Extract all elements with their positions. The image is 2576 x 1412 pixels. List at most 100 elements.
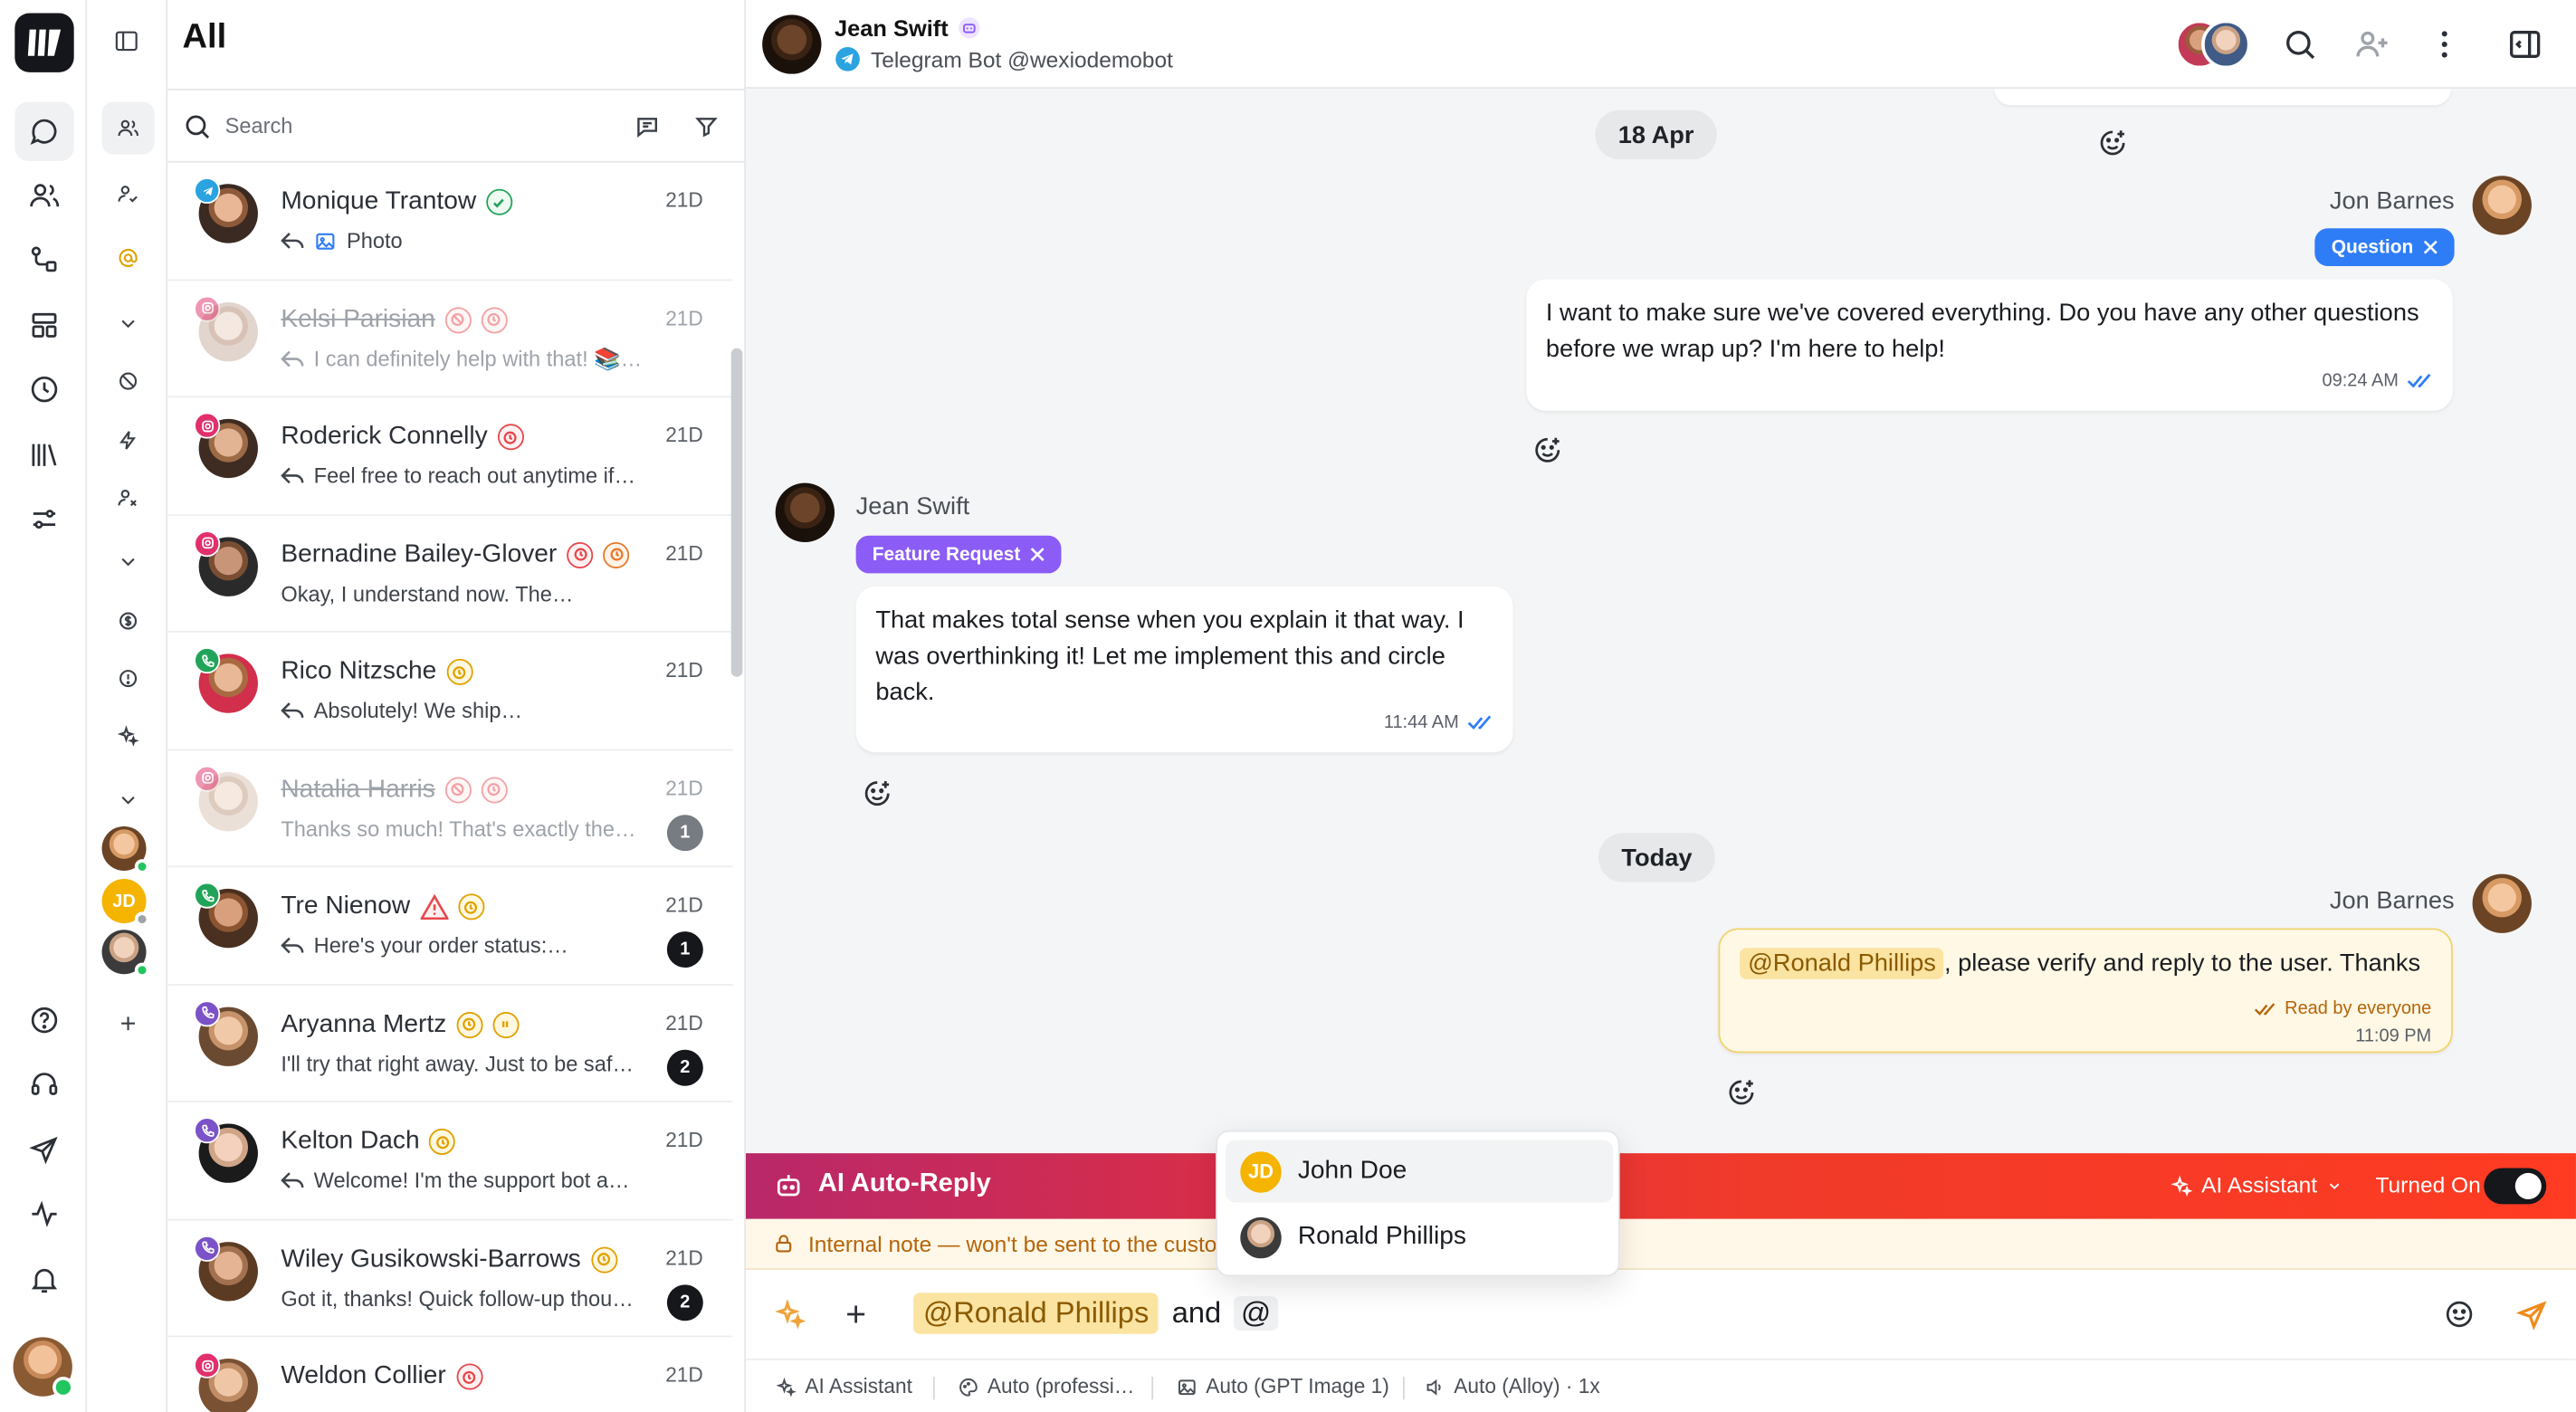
contact-avatar[interactable]: [762, 14, 822, 74]
contacts-nav-icon[interactable]: [14, 166, 73, 224]
conversation-name: Wiley Gusikowski-Barrows: [281, 1244, 581, 1273]
conversation-time: 21D: [665, 1011, 703, 1035]
toolbar-image-model[interactable]: Auto (GPT Image 1): [1177, 1375, 1389, 1398]
status-waiting-icon: [590, 1245, 617, 1273]
photo-icon: [316, 232, 335, 249]
team-member-avatar[interactable]: [101, 930, 150, 978]
status-pending-icon: [603, 541, 630, 568]
mention-option[interactable]: JD John Doe: [1225, 1140, 1614, 1203]
conversation-item[interactable]: Monique Trantow Photo 21D: [167, 163, 733, 281]
chats-nav-icon[interactable]: [14, 101, 74, 161]
toolbar-style[interactable]: Auto (professi…: [958, 1375, 1134, 1398]
chevron-down-icon[interactable]: [102, 536, 155, 588]
more-options-icon[interactable]: [2427, 26, 2463, 62]
send-icon[interactable]: [2515, 1298, 2550, 1332]
ai-assistant-dropdown[interactable]: AI Assistant: [2171, 1173, 2342, 1197]
filter-assigned-icon[interactable]: [102, 167, 155, 220]
conversation-item[interactable]: Kelton Dach Welcome! I'm the support bot …: [167, 1102, 733, 1220]
add-reaction-icon[interactable]: [861, 777, 893, 809]
filter-ai-sparkles-icon[interactable]: [102, 710, 155, 762]
history-nav-icon[interactable]: [14, 359, 73, 418]
sparkles-icon: [2171, 1174, 2193, 1197]
message-filter-icon[interactable]: [634, 113, 661, 139]
chevron-down-icon[interactable]: [102, 774, 155, 826]
conversation-item[interactable]: Kelsi Parisian I can definitely help with…: [167, 280, 733, 398]
phone-channel-icon: [194, 882, 221, 909]
conversation-item[interactable]: Bernadine Bailey-Glover Okay, I understan…: [167, 515, 733, 633]
conversation-item[interactable]: Tre Nienow Here's your order status:… 21D 1: [167, 867, 733, 986]
settings-sliders-nav-icon[interactable]: [14, 490, 73, 549]
emoji-icon[interactable]: [2443, 1298, 2476, 1331]
close-icon[interactable]: [2423, 240, 2438, 254]
filter-issue-icon[interactable]: [102, 653, 155, 705]
activity-nav-icon[interactable]: [14, 1185, 73, 1244]
conversation-item[interactable]: Aryanna Mertz I'll try that right away. J…: [167, 985, 733, 1102]
filter-billing-icon[interactable]: [102, 595, 155, 647]
search-icon[interactable]: [2282, 26, 2318, 62]
ai-sparkles-icon[interactable]: [774, 1298, 806, 1331]
conversation-item[interactable]: Wiley Gusikowski-Barrows Got it, thanks! …: [167, 1220, 733, 1338]
conversation-item[interactable]: Weldon Collier 21D: [167, 1337, 732, 1412]
add-icon[interactable]: [102, 997, 155, 1050]
conversation-item[interactable]: Rico Nitzsche Absolutely! We ship… 21D: [167, 633, 733, 750]
list-scrollbar[interactable]: [730, 348, 743, 677]
team-member-avatar-jd[interactable]: JD: [101, 879, 150, 927]
conversation-item[interactable]: Natalia Harris Thanks so much! That's exa…: [167, 750, 733, 868]
add-participant-icon[interactable]: [2354, 26, 2390, 62]
toolbar-ai-assistant[interactable]: AI Assistant: [776, 1375, 912, 1398]
message-sender: Jon Barnes: [2329, 186, 2455, 215]
conversation-name: Roderick Connelly: [281, 422, 488, 451]
workflows-nav-icon[interactable]: [14, 230, 73, 289]
toolbar-voice-label: Auto (Alloy) · 1x: [1454, 1375, 1600, 1398]
instagram-channel-icon: [194, 294, 221, 321]
filter-blocked-icon[interactable]: [102, 355, 155, 407]
conversation-preview: Welcome! I'm the support bot a…: [313, 1168, 630, 1193]
close-icon[interactable]: [1030, 547, 1045, 562]
library-nav-icon[interactable]: [14, 425, 73, 484]
sender-avatar[interactable]: [2472, 873, 2532, 933]
add-reaction-icon[interactable]: [1725, 1076, 1758, 1109]
help-icon[interactable]: [14, 990, 73, 1049]
filter-funnel-icon[interactable]: [693, 113, 720, 139]
mention-option[interactable]: Ronald Phillips: [1226, 1206, 1613, 1268]
message-time: 09:24 AM: [2322, 371, 2399, 391]
filter-mentions-icon[interactable]: [102, 232, 155, 284]
side-panel-toggle-icon[interactable]: [2507, 26, 2543, 62]
support-headset-icon[interactable]: [14, 1054, 73, 1113]
chevron-down-icon[interactable]: [102, 298, 155, 350]
sender-avatar[interactable]: [775, 482, 835, 542]
mention-chip[interactable]: @Ronald Phillips: [1740, 948, 1944, 979]
conversation-time: 21D: [665, 893, 703, 917]
auto-reply-toggle[interactable]: [2484, 1168, 2547, 1205]
filter-all-icon[interactable]: [101, 101, 155, 155]
conversation-item[interactable]: Roderick Connelly Feel free to reach out …: [167, 397, 733, 516]
conversation-time: 21D: [665, 1245, 703, 1270]
add-reaction-icon[interactable]: [1531, 434, 1564, 466]
add-reaction-icon[interactable]: [2096, 127, 2129, 159]
message-time: 11:09 PM: [2355, 1026, 2432, 1047]
search-input[interactable]: [224, 113, 604, 138]
dashboard-nav-icon[interactable]: [14, 296, 73, 355]
draft-mention-chip[interactable]: @Ronald Phillips: [913, 1293, 1159, 1334]
team-member-avatar[interactable]: [101, 825, 150, 874]
robot-icon: [777, 1175, 800, 1197]
toolbar-voice[interactable]: Auto (Alloy) · 1x: [1425, 1375, 1600, 1398]
filter-automation-icon[interactable]: [102, 414, 155, 466]
participants-avatars[interactable]: [2175, 19, 2254, 70]
attach-plus-icon[interactable]: [841, 1300, 871, 1330]
conversation-preview-row: Photo: [281, 228, 403, 253]
composer-input[interactable]: @Ronald Phillips and @: [913, 1293, 1278, 1334]
sender-avatar[interactable]: [2472, 176, 2532, 235]
sidebar-toggle-icon[interactable]: [113, 28, 139, 54]
tag-question[interactable]: Question: [2314, 228, 2455, 267]
search-icon: [186, 114, 210, 138]
tag-feature-request[interactable]: Feature Request: [855, 535, 1062, 574]
conversation-name-row: Bernadine Bailey-Glover: [281, 539, 630, 569]
send-nav-icon[interactable]: [14, 1121, 73, 1179]
conversation-preview-row: Absolutely! We ship…: [281, 698, 522, 723]
filter-unassigned-icon[interactable]: [102, 472, 155, 524]
current-user-avatar[interactable]: [13, 1337, 74, 1398]
app-logo[interactable]: [14, 13, 74, 72]
conversation-scroll[interactable]: Monique Trantow Photo 21D Kelsi Parisian I c…: [167, 163, 746, 1412]
notifications-bell-icon[interactable]: [14, 1250, 73, 1309]
